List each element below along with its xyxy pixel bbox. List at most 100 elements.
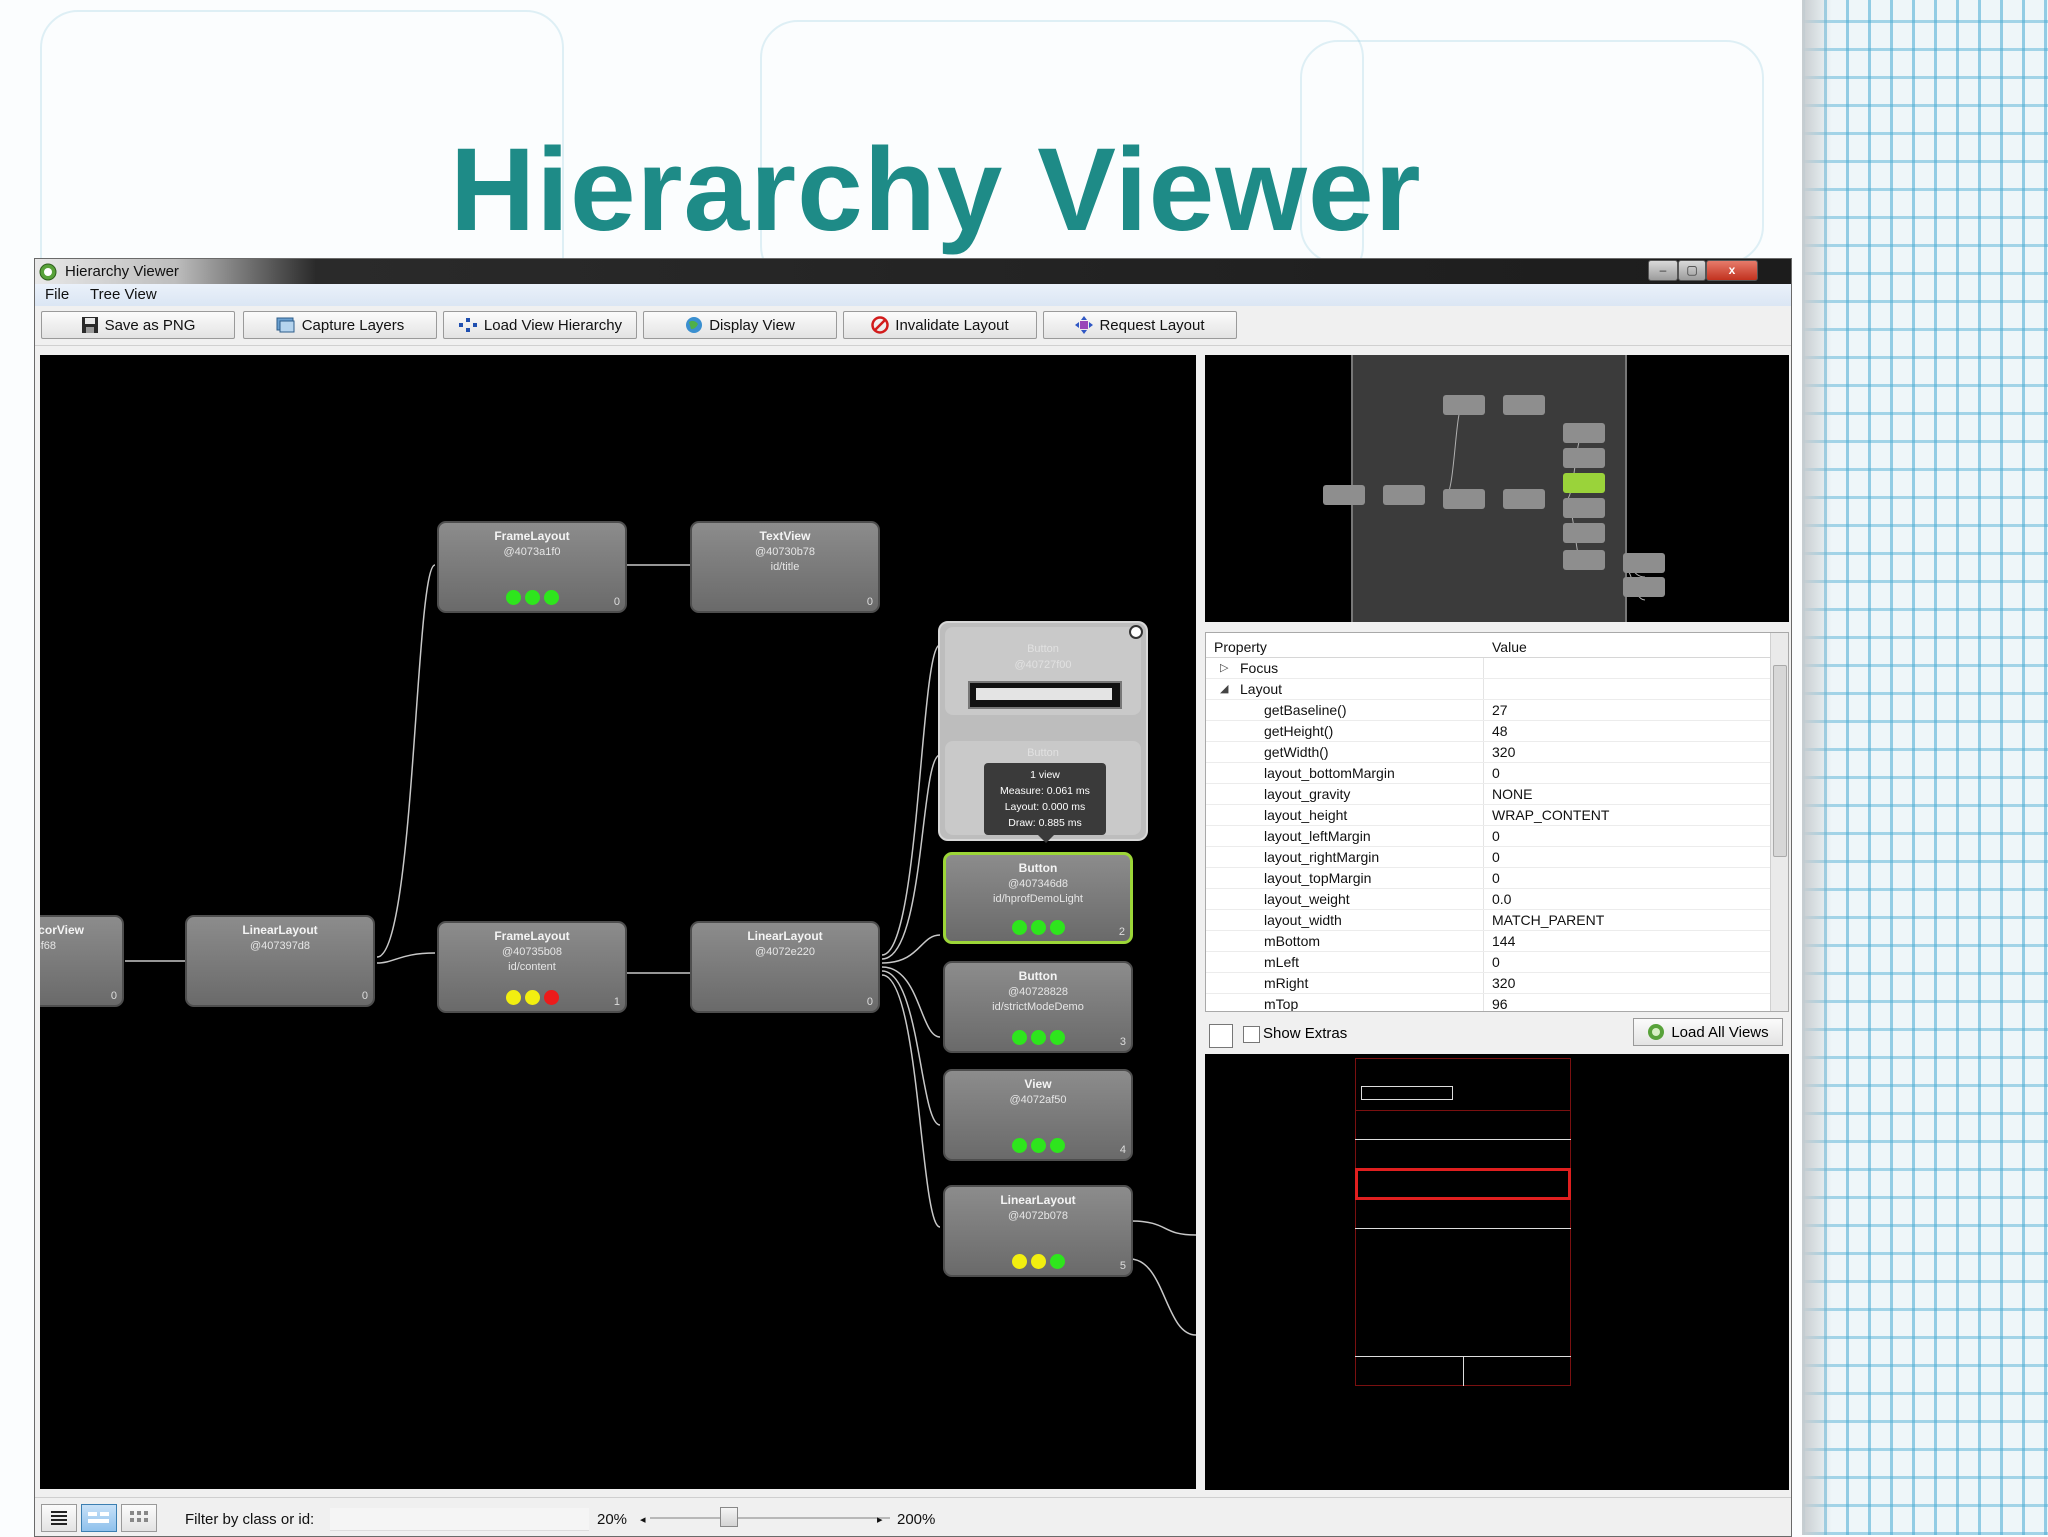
property-row[interactable]: getHeight() 48 [1206,721,1788,742]
node-address: 3f68 [40,940,56,952]
node-framelayout-content[interactable]: FrameLayout @40735b08 id/content 1 [437,921,627,1013]
property-row[interactable]: layout_topMargin 0 [1206,868,1788,889]
node-preview-popup: Button @40727f00 Button 1 view Measure: … [938,621,1148,843]
perf-indicators [945,1254,1131,1269]
capture-layers-button[interactable]: Capture Layers [243,311,437,339]
ghost-node-name: Button [1027,643,1059,655]
grid-view-mode-button[interactable] [121,1504,157,1532]
node-button-strict[interactable]: Button @40728828 id/strictModeDemo 3 [943,961,1133,1053]
request-layout-button[interactable]: Request Layout [1043,311,1237,339]
column-separator [1483,658,1484,678]
zoom-min-label: 20% [597,1511,628,1528]
perf-dot-green [1011,1138,1027,1153]
perf-dot-green [1049,1138,1065,1153]
column-header-value[interactable]: Value [1484,633,1527,657]
node-textview-title[interactable]: TextView @40730b78 id/title 0 [690,521,880,613]
node-name: FrameLayout [494,529,570,543]
tree-overview-minimap[interactable] [1205,355,1789,622]
category-label: Focus [1240,660,1279,676]
show-extras-label: Show Extras [1263,1025,1348,1042]
property-row[interactable]: mLeft 0 [1206,952,1788,973]
menu-tree-view[interactable]: Tree View [90,286,157,303]
property-key: getWidth() [1264,744,1329,760]
invalidate-layout-button[interactable]: Invalidate Layout [843,311,1037,339]
property-row[interactable]: layout_weight 0.0 [1206,889,1788,910]
invalidate-layout-label: Invalidate Layout [895,316,1009,334]
node-framelayout-title[interactable]: FrameLayout @4073a1f0 0 [437,521,627,613]
property-row[interactable]: layout_gravity NONE [1206,784,1788,805]
node-address: @4072af50 [1009,1094,1067,1106]
node-linearlayout-root[interactable]: LinearLayout @407397d8 0 [185,915,375,1007]
property-row[interactable]: mTop 96 [1206,994,1788,1011]
tree-view-canvas[interactable]: DecorView 3f68 0 LinearLayout @407397d8 … [40,355,1196,1489]
node-index: 5 [1119,1260,1126,1272]
node-index: 4 [1119,1144,1126,1156]
perf-dot-yellow [505,990,521,1005]
minimize-button[interactable]: – [1648,260,1678,281]
node-address: @40728828 [1007,986,1069,998]
node-button-hprof[interactable]: Button @407346d8 id/hprofDemoLight 2 [943,852,1133,944]
scrollbar-thumb[interactable] [1773,665,1787,857]
property-value: WRAP_CONTENT [1492,807,1610,823]
property-row[interactable]: mRight 320 [1206,973,1788,994]
zoom-right-arrow-icon[interactable]: ▸ [877,1513,883,1526]
node-linearlayout-main[interactable]: LinearLayout @4072e220 0 [690,921,880,1013]
close-button[interactable]: x [1706,260,1758,281]
zoom-slider-track[interactable] [650,1517,890,1519]
node-view[interactable]: View @4072af50 4 [943,1069,1133,1161]
display-view-button[interactable]: Display View [643,311,837,339]
load-views-icon [1648,1024,1665,1040]
property-key: mLeft [1264,954,1300,970]
node-decorview[interactable]: DecorView 3f68 0 [40,915,124,1007]
column-separator [1483,847,1484,867]
properties-scrollbar[interactable] [1770,633,1788,1011]
property-value: 27 [1492,702,1508,718]
column-header-property[interactable]: Property [1206,633,1484,657]
node-linearlayout-child[interactable]: LinearLayout @4072b078 5 [943,1185,1133,1277]
maximize-button[interactable]: ▢ [1678,260,1706,281]
overview-node [1623,577,1665,597]
overview-node [1563,550,1605,570]
property-row[interactable]: getBaseline() 27 [1206,700,1788,721]
property-category-layout[interactable]: ◢ Layout [1206,679,1788,700]
category-label: Layout [1240,681,1283,697]
load-all-views-button[interactable]: Load All Views [1633,1018,1783,1046]
save-as-png-button[interactable]: Save as PNG [41,311,235,339]
slide-title: Hierarchy Viewer [450,124,1422,256]
zoom-left-arrow-icon[interactable]: ◂ [640,1513,646,1526]
property-row[interactable]: layout_width MATCH_PARENT [1206,910,1788,931]
tree-view-mode-button[interactable] [41,1504,77,1532]
show-extras-checkbox[interactable] [1243,1026,1260,1043]
column-separator [1483,700,1484,720]
overview-node [1503,489,1545,509]
property-key: layout_bottomMargin [1264,765,1395,781]
expand-arrow-icon[interactable]: ▷ [1220,661,1228,674]
zoom-slider-thumb[interactable] [720,1507,738,1527]
property-row[interactable]: layout_leftMargin 0 [1206,826,1788,847]
blank-toggle[interactable] [1209,1024,1233,1048]
layout-divider [1463,1356,1464,1386]
node-address: @407346d8 [1007,878,1069,890]
collapse-arrow-icon[interactable]: ◢ [1220,682,1228,695]
property-row[interactable]: getWidth() 320 [1206,742,1788,763]
property-row[interactable]: mBottom 144 [1206,931,1788,952]
property-row[interactable]: layout_bottomMargin 0 [1206,763,1788,784]
layout-wireframe-view[interactable] [1205,1054,1789,1490]
property-row[interactable]: layout_height WRAP_CONTENT [1206,805,1788,826]
column-separator [1483,994,1484,1011]
properties-table[interactable]: Property Value ▷ Focus ◢ Layout getBasel… [1205,632,1789,1012]
close-popup-icon[interactable] [1129,625,1143,639]
globe-icon [686,317,703,333]
menu-file[interactable]: File [45,286,69,303]
node-address: @40735b08 [501,946,563,958]
split-view-mode-button[interactable] [81,1504,117,1532]
overview-node [1443,489,1485,509]
filter-input[interactable] [330,1508,589,1531]
property-row[interactable]: layout_rightMargin 0 [1206,847,1788,868]
tooltip-measure: Measure: 0.061 ms [1000,785,1090,797]
column-separator [1483,973,1484,993]
column-separator [1483,910,1484,930]
property-category-focus[interactable]: ▷ Focus [1206,658,1788,679]
load-view-hierarchy-button[interactable]: Load View Hierarchy [443,311,637,339]
node-index: 0 [866,996,873,1008]
